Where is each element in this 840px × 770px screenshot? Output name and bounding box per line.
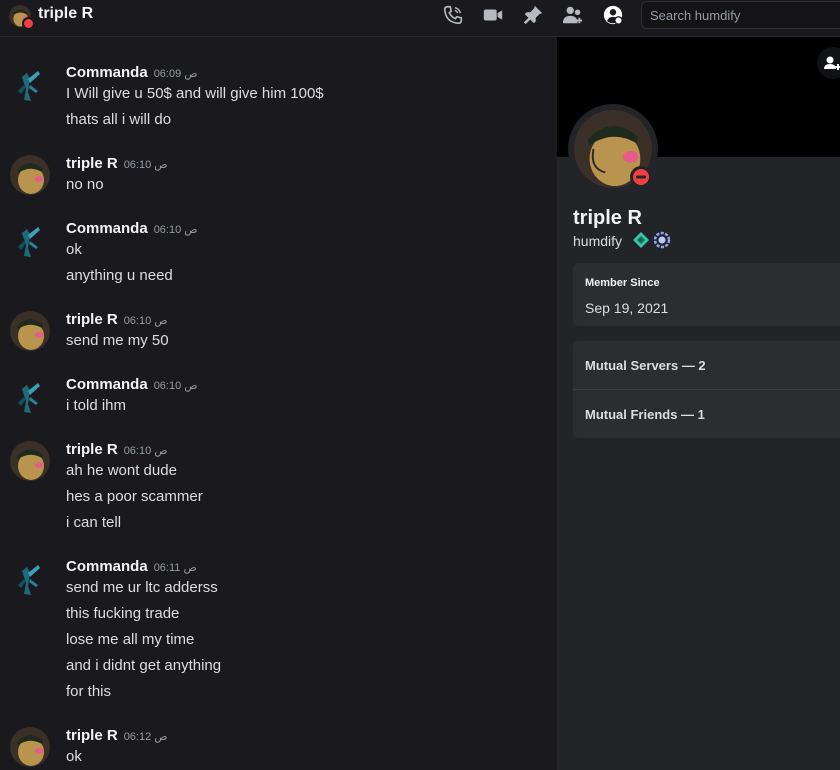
user-avatar[interactable]	[10, 727, 50, 767]
message-text: I Will give u 50$ and will give him 100$	[66, 85, 324, 102]
nitro-boost-badge-icon[interactable]	[653, 231, 671, 249]
add-friend-icon[interactable]	[562, 4, 584, 26]
mutuals-card: Mutual Servers — 2 Mutual Friends — 1	[573, 341, 840, 438]
message-author[interactable]: Commanda	[66, 64, 148, 81]
mutual-friends-link[interactable]: Mutual Friends — 1	[585, 407, 705, 422]
divider	[573, 389, 840, 390]
user-avatar[interactable]	[10, 561, 50, 601]
message-author[interactable]: triple R	[66, 441, 118, 458]
hypesquad-badge-icon[interactable]	[632, 231, 650, 249]
message-text: ah he wont dude	[66, 462, 177, 479]
message-text: thats all i will do	[66, 111, 172, 128]
message-author[interactable]: Commanda	[66, 558, 148, 575]
message-timestamp: ص 06:11	[153, 562, 197, 574]
message-list: Commanda ص 06:09 I Will give u 50$ and wi…	[0, 37, 556, 770]
message-text: send me ur ltc adderss	[66, 579, 218, 596]
message-author[interactable]: triple R	[66, 155, 118, 172]
user-profile-panel: triple R humdify Member Since Sep 19, 20…	[557, 37, 840, 770]
search-input[interactable]: Search humdify	[641, 1, 840, 29]
status-dnd-icon	[22, 17, 35, 30]
message-text: i can tell	[66, 514, 122, 531]
phone-call-icon[interactable]	[442, 4, 464, 26]
message-text: and i didnt get anything	[66, 657, 222, 674]
message-author[interactable]: triple R	[66, 311, 118, 328]
message-text: for this	[66, 683, 112, 700]
message-text: this fucking trade	[66, 605, 180, 622]
message-text: hes a poor scammer	[66, 488, 203, 505]
user-avatar[interactable]	[10, 311, 50, 351]
message-timestamp: ص 06:09	[153, 68, 198, 80]
pin-icon[interactable]	[522, 4, 544, 26]
mutual-servers-link[interactable]: Mutual Servers — 2	[585, 358, 706, 373]
message-text: ok	[66, 748, 82, 765]
user-profile-icon[interactable]	[602, 4, 624, 26]
message-timestamp: ص 06:10	[123, 315, 168, 327]
user-avatar[interactable]	[10, 379, 50, 419]
message-timestamp: ص 06:10	[123, 445, 168, 457]
message-text: no no	[66, 176, 104, 193]
member-since-label: Member Since	[585, 277, 660, 289]
profile-username: humdify	[573, 233, 623, 249]
member-since-card: Member Since Sep 19, 2021	[573, 263, 840, 326]
message-author[interactable]: Commanda	[66, 220, 148, 237]
user-avatar[interactable]	[10, 155, 50, 195]
video-call-icon[interactable]	[482, 4, 504, 26]
status-dnd-icon	[630, 166, 652, 188]
message-text: anything u need	[66, 267, 173, 284]
user-avatar[interactable]	[10, 223, 50, 263]
message-author[interactable]: Commanda	[66, 376, 148, 393]
message-timestamp: ص 06:12	[123, 731, 168, 743]
message-text: i told ihm	[66, 397, 127, 414]
message-timestamp: ص 06:10	[153, 224, 198, 236]
add-friend-button[interactable]	[817, 47, 840, 79]
message-text: send me my 50	[66, 332, 169, 349]
message-author[interactable]: triple R	[66, 727, 118, 744]
message-text: ok	[66, 241, 82, 258]
profile-display-name: triple R	[573, 207, 642, 229]
channel-title: triple R	[38, 5, 94, 22]
message-timestamp: ص 06:10	[153, 380, 198, 392]
message-timestamp: ص 06:10	[123, 159, 168, 171]
user-avatar[interactable]	[10, 67, 50, 107]
profile-avatar-frame	[568, 104, 658, 194]
user-avatar[interactable]	[10, 441, 50, 481]
channel-header: triple R Search humdify	[0, 0, 840, 37]
member-since-date: Sep 19, 2021	[585, 300, 669, 316]
message-text: lose me all my time	[66, 631, 195, 648]
